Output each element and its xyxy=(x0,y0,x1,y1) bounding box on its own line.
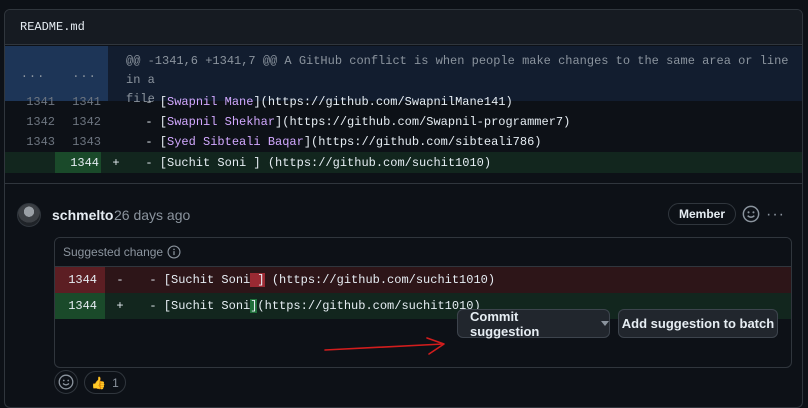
code-suffix: ](https://github.com/SwapnilMane141) xyxy=(253,95,513,109)
code-link-text: Swapnil Shekhar xyxy=(167,115,276,129)
code-prefix: - [ xyxy=(131,135,168,149)
reaction-count: 1 xyxy=(112,375,119,390)
added-sign: + xyxy=(116,299,124,313)
code-suffix: ](https://github.com/Swapnil-programmer7… xyxy=(275,115,571,129)
suggested-change-header: Suggested change xyxy=(55,238,791,267)
code-suffix: ](https://github.com/sibteali786) xyxy=(303,135,542,149)
diff-line-added: 1344 + - [Suchit Soni ] (https://github.… xyxy=(5,152,802,173)
thumbs-up-icon: 👍 xyxy=(91,375,107,390)
info-icon[interactable] xyxy=(167,245,181,259)
review-comment: schmelto 26 days ago Member ··· Suggeste… xyxy=(5,183,802,407)
old-line-number[interactable]: 1341 xyxy=(5,95,55,109)
diff-sign: + xyxy=(112,155,120,170)
diff-code: - [Suchit Soni ] (https://github.com/suc… xyxy=(131,155,492,170)
suggestion-removed-line: 1344 - - [Suchit Soni ] (https://github.… xyxy=(55,267,791,293)
diff-code: - [Syed Sibteali Baqar](https://github.c… xyxy=(131,135,541,149)
removed-highlight: ] xyxy=(250,273,265,287)
code-prefix: - [ xyxy=(131,115,168,129)
diff-code: - [Swapnil Mane](https://github.com/Swap… xyxy=(131,95,513,109)
added-line-number: 1344 xyxy=(55,293,105,319)
kebab-menu-icon[interactable]: ··· xyxy=(766,206,785,224)
code-text: (https://github.com/suchit1010) xyxy=(257,299,481,313)
code-link-text: Swapnil Mane xyxy=(167,95,254,109)
old-line-number[interactable]: 1342 xyxy=(5,115,55,129)
new-line-number[interactable]: 1344 xyxy=(55,152,101,173)
chevron-down-icon[interactable] xyxy=(601,321,609,326)
removed-code: - [Suchit Soni ] (https://github.com/suc… xyxy=(135,273,495,287)
hunk-header-line: @@ -1341,6 +1341,7 @@ A GitHub conflict … xyxy=(126,54,789,87)
thumbs-up-reaction[interactable]: 👍 1 xyxy=(84,371,126,394)
diff-file-panel: README.md ... ... @@ -1341,6 +1341,7 @@ … xyxy=(4,9,803,408)
code-text: - [Suchit Soni xyxy=(135,273,251,287)
diff-code: - [Swapnil Shekhar](https://github.com/S… xyxy=(131,115,570,129)
removed-line-number: 1344 xyxy=(55,267,105,293)
diff-line: 1342 1342 - [Swapnil Shekhar](https://gi… xyxy=(5,112,802,132)
avatar[interactable] xyxy=(17,203,41,227)
commit-suggestion-label: Commit suggestion xyxy=(470,308,540,339)
diff-line: 1341 1341 - [Swapnil Mane](https://githu… xyxy=(5,92,802,112)
file-header: README.md xyxy=(5,10,802,45)
add-to-batch-button[interactable]: Add suggestion to batch xyxy=(618,309,778,338)
file-name[interactable]: README.md xyxy=(20,20,85,34)
new-line-number[interactable]: 1341 xyxy=(55,95,101,109)
commit-suggestion-button[interactable]: Commit suggestion xyxy=(457,308,610,339)
code-link-text: Syed Sibteali Baqar xyxy=(167,135,304,149)
code-text: - [Suchit Soni xyxy=(135,299,251,313)
old-line-number[interactable] xyxy=(5,152,55,173)
add-reaction-button[interactable] xyxy=(54,370,78,394)
new-line-number[interactable]: 1342 xyxy=(55,115,101,129)
new-line-number[interactable]: 1343 xyxy=(55,135,101,149)
removed-sign: - xyxy=(116,273,124,287)
code-prefix: - [ xyxy=(131,95,168,109)
member-badge: Member xyxy=(668,203,737,225)
suggested-change-title: Suggested change xyxy=(63,245,164,259)
old-line-number[interactable]: 1343 xyxy=(5,135,55,149)
smiley-icon xyxy=(58,374,74,390)
added-code: - [Suchit Soni](https://github.com/suchi… xyxy=(135,299,481,313)
diff-line: 1343 1343 - [Syed Sibteali Baqar](https:… xyxy=(5,132,802,152)
code-text: (https://github.com/suchit1010) xyxy=(264,273,496,287)
smiley-icon[interactable] xyxy=(742,205,760,223)
comment-author[interactable]: schmelto xyxy=(52,207,113,223)
annotation-arrow xyxy=(324,337,445,355)
comment-timestamp[interactable]: 26 days ago xyxy=(114,207,190,223)
